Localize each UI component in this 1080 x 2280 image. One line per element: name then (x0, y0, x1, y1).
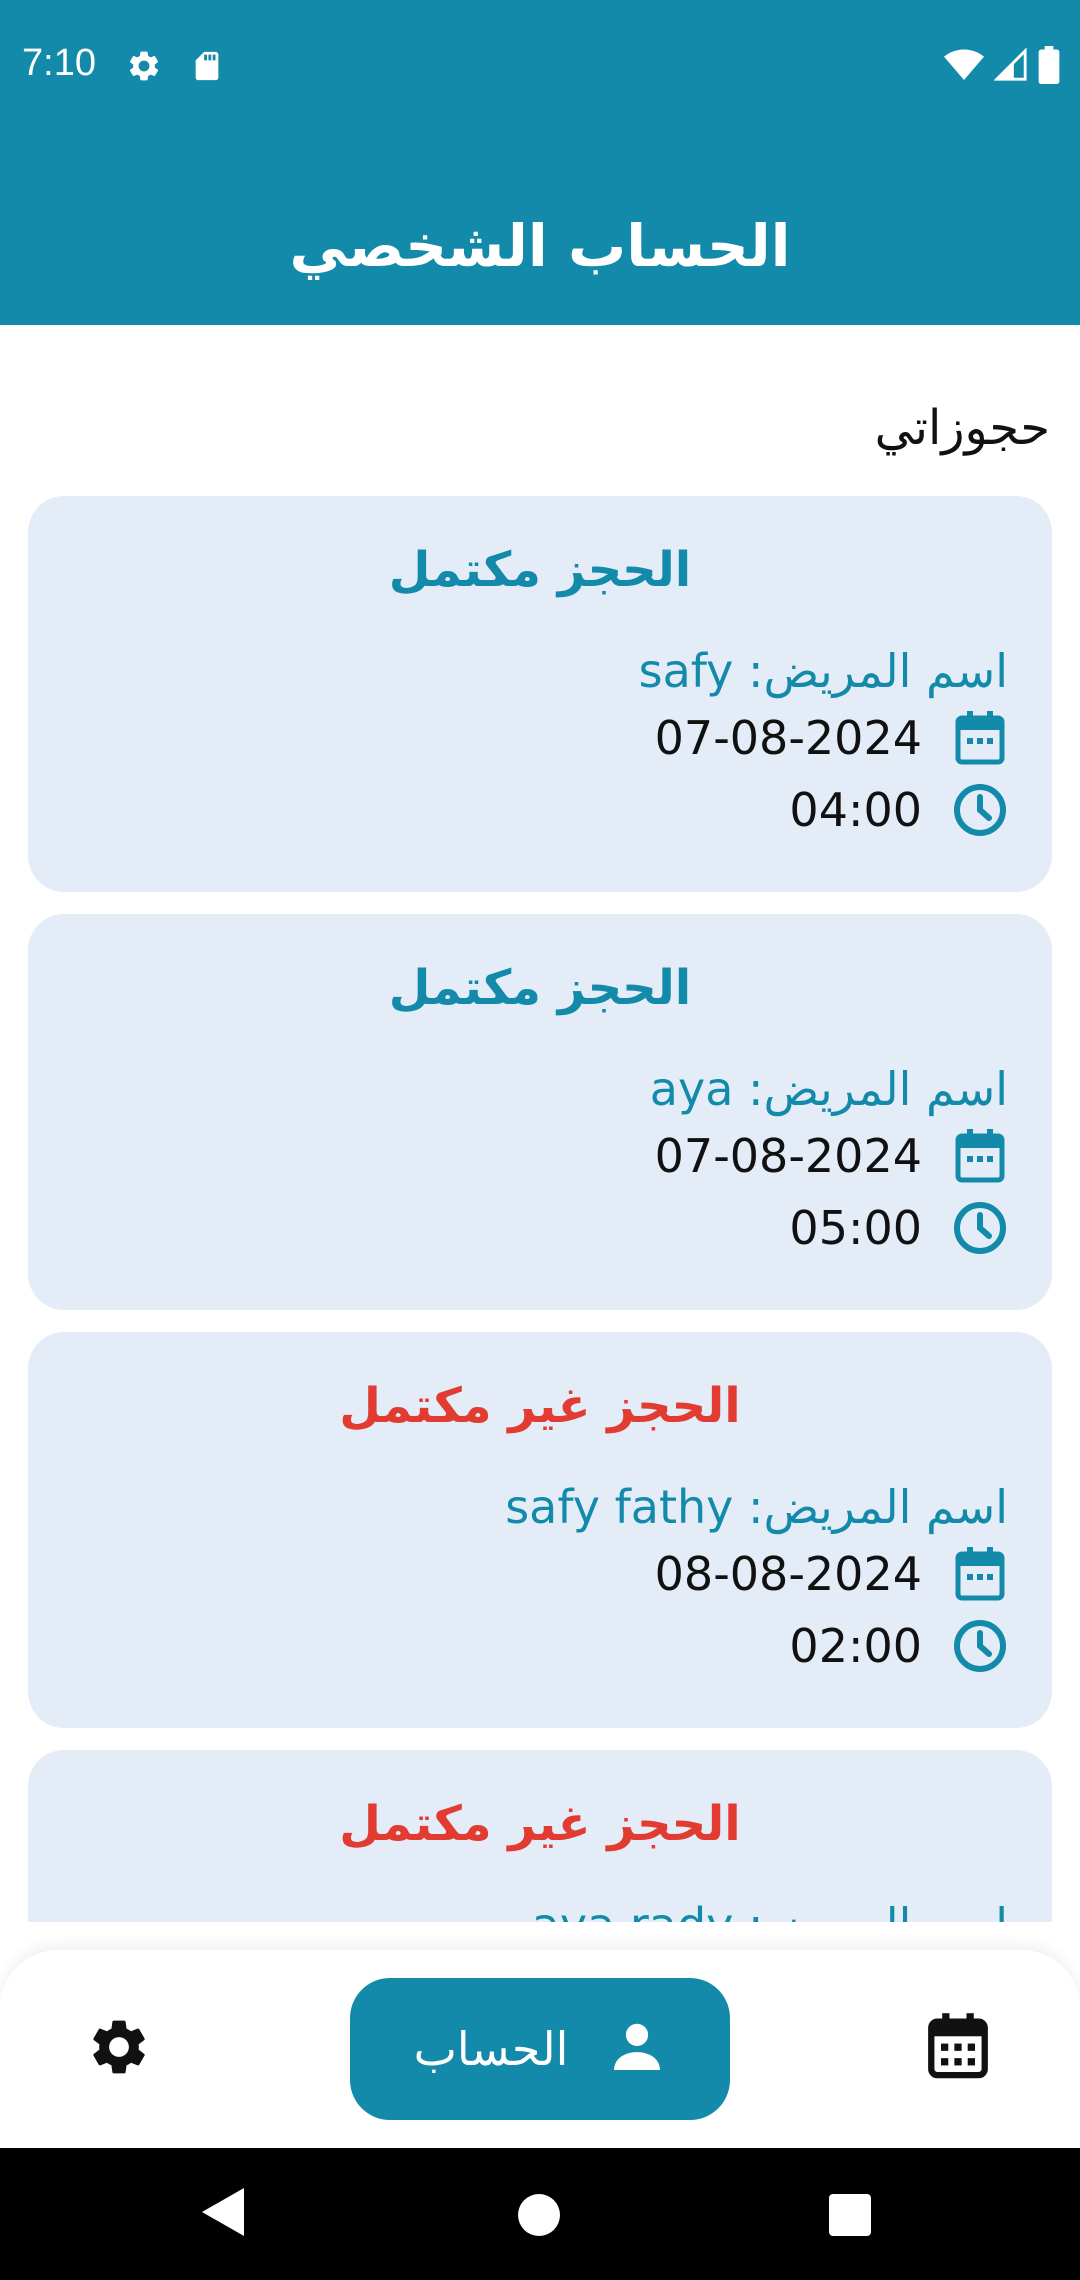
calendar-icon (952, 1128, 1008, 1184)
booking-time: 05:00 (789, 1201, 922, 1255)
booking-status: الحجز مكتمل (388, 960, 692, 1016)
clock-icon (952, 1200, 1008, 1256)
nav-profile-label: الحساب (413, 2022, 569, 2076)
booking-card[interactable]: الحجز غير مكتمل اسم المريض: safy fathy 0… (28, 1332, 1052, 1728)
status-bar: 7:10 (0, 0, 1080, 130)
booking-time: 02:00 (789, 1619, 922, 1673)
home-icon[interactable] (518, 2194, 560, 2236)
booking-date-row: 07-08-2024 (655, 710, 1008, 766)
patient-name: اسم المريض: safy (638, 644, 1008, 698)
battery-icon (1038, 46, 1060, 88)
status-right-icons (944, 46, 1060, 88)
recents-icon[interactable] (829, 2194, 871, 2236)
booking-card[interactable]: الحجز مكتمل اسم المريض: aya 07-08-2024 0… (28, 914, 1052, 1310)
gear-icon (126, 48, 162, 88)
clock-icon (952, 782, 1008, 838)
booking-date-row: 08-08-2024 (655, 1546, 1008, 1602)
booking-time: 04:00 (789, 783, 922, 837)
patient-name: اسم المريض: safy fathy (505, 1480, 1008, 1534)
wifi-icon (944, 48, 984, 86)
calendar-icon (952, 710, 1008, 766)
sd-card-icon (190, 48, 224, 88)
page-title: الحساب الشخصي (289, 212, 791, 280)
app-bar: الحساب الشخصي (0, 130, 1080, 325)
booking-date: 07-08-2024 (654, 711, 922, 765)
bookings-list[interactable]: الحجز مكتمل اسم المريض: safy 07-08-2024 … (0, 490, 1080, 1922)
booking-card[interactable]: الحجز غير مكتمل اسم المريض: aya rady (28, 1750, 1052, 1922)
bottom-nav: الحساب (0, 1950, 1080, 2148)
booking-date: 08-08-2024 (654, 1547, 922, 1601)
settings-icon[interactable] (86, 2014, 152, 2080)
back-icon[interactable] (200, 2186, 246, 2242)
calendar-icon (952, 1546, 1008, 1602)
booking-card[interactable]: الحجز مكتمل اسم المريض: safy 07-08-2024 … (28, 496, 1052, 892)
booking-status: الحجز غير مكتمل (339, 1796, 741, 1852)
patient-name: اسم المريض: aya (649, 1062, 1008, 1116)
signal-icon (993, 47, 1028, 86)
booking-status: الحجز مكتمل (388, 542, 692, 598)
booking-time-row: 05:00 (789, 1200, 1008, 1256)
booking-date-row: 07-08-2024 (655, 1128, 1008, 1184)
patient-name: اسم المريض: aya rady (532, 1898, 1008, 1922)
nav-profile-button[interactable]: الحساب (350, 1978, 730, 2120)
booking-time-row: 02:00 (789, 1618, 1008, 1674)
system-nav-bar (0, 2148, 1080, 2280)
calendar-icon[interactable] (926, 2012, 990, 2080)
booking-status: الحجز غير مكتمل (339, 1378, 741, 1434)
person-icon (608, 2018, 666, 2080)
booking-time-row: 04:00 (789, 782, 1008, 838)
section-title-my-bookings: حجوزاتي (874, 400, 1050, 456)
status-time: 7:10 (22, 42, 96, 84)
booking-date: 07-08-2024 (654, 1129, 922, 1183)
clock-icon (952, 1618, 1008, 1674)
